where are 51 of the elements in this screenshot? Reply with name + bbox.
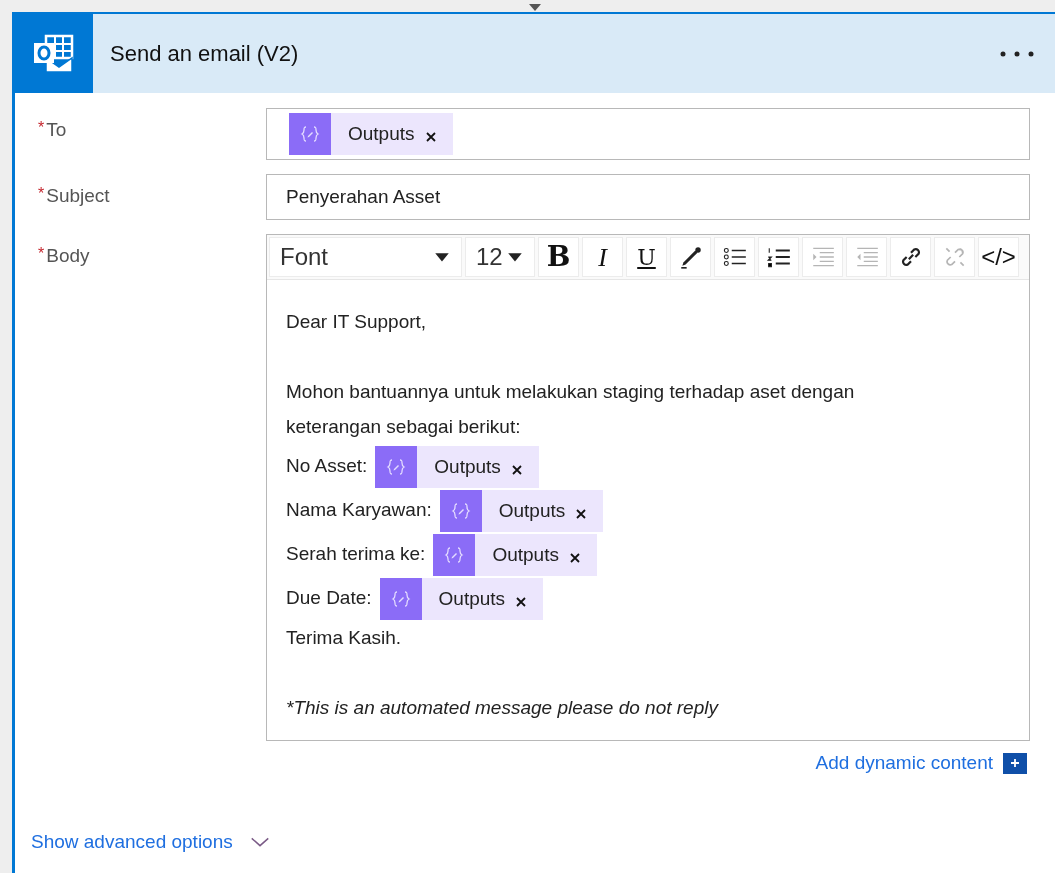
- dynamic-token[interactable]: Outputs: [375, 446, 539, 488]
- body-text: *This is an automated message please do not reply: [286, 696, 720, 720]
- body-text: Serah terima ke:: [286, 542, 426, 566]
- remove-icon[interactable]: [424, 131, 437, 143]
- add-button[interactable]: [1003, 752, 1030, 774]
- underline-button[interactable]: U: [626, 237, 667, 277]
- token-label: Outputs: [347, 121, 415, 146]
- pencil-button[interactable]: [670, 237, 711, 277]
- italic-button[interactable]: I: [582, 237, 623, 277]
- body-text: Dear IT Support,: [286, 310, 428, 334]
- card-title: Send an email (V2): [110, 40, 300, 68]
- body-text: Mohon bantuannya untuk melakukan staging terhadap aset dengan: [286, 380, 856, 404]
- font-size-dropdown[interactable]: 12: [465, 237, 535, 277]
- bold-button[interactable]: B: [538, 237, 579, 277]
- add-dynamic-content-link[interactable]: Add dynamic content: [815, 749, 993, 778]
- token-label: Outputs: [433, 454, 501, 479]
- expression-icon: [386, 457, 407, 477]
- dynamic-token[interactable]: Outputs: [379, 578, 544, 620]
- expression-icon: [450, 501, 471, 521]
- remove-icon[interactable]: [510, 464, 523, 476]
- body-text: Due Date:: [286, 586, 372, 610]
- token-label: Outputs: [437, 586, 506, 611]
- body-text: Terima Kasih.: [286, 626, 403, 650]
- show-advanced-options-toggle[interactable]: Show advanced options: [31, 827, 1030, 856]
- body-text: No Asset:: [286, 454, 368, 478]
- body-text: Nama Karyawan:: [286, 498, 432, 522]
- expression-icon: [444, 545, 465, 565]
- body-text: keterangan sebagai berikut:: [286, 415, 522, 439]
- dynamic-token[interactable]: Outputs: [439, 490, 604, 532]
- expression-icon: [390, 589, 411, 609]
- remove-icon[interactable]: [575, 508, 588, 520]
- field-label: *Subject: [38, 184, 111, 208]
- dynamic-token[interactable]: Outputs: [289, 113, 453, 155]
- dynamic-token[interactable]: Outputs: [433, 534, 597, 576]
- input-field[interactable]: Penyerahan Asset: [266, 174, 1030, 220]
- token-label: Outputs: [497, 498, 566, 523]
- field-label: *To: [38, 118, 68, 142]
- input-field[interactable]: Outputs: [266, 108, 1030, 160]
- expression-icon: [300, 124, 320, 144]
- field-label: *Body: [38, 244, 91, 268]
- remove-icon[interactable]: [515, 596, 528, 608]
- token-label: Outputs: [491, 542, 559, 567]
- link-button[interactable]: [890, 237, 931, 277]
- plus-icon: [1010, 758, 1020, 769]
- code-button[interactable]: </>: [978, 237, 1019, 277]
- more-options-icon[interactable]: [999, 49, 1035, 58]
- bulleted-list-button[interactable]: [714, 237, 755, 277]
- remove-icon[interactable]: [568, 552, 581, 564]
- numbered-list-button[interactable]: [758, 237, 799, 277]
- arrow-icon: [529, 4, 541, 11]
- font-dropdown[interactable]: Font: [269, 237, 462, 277]
